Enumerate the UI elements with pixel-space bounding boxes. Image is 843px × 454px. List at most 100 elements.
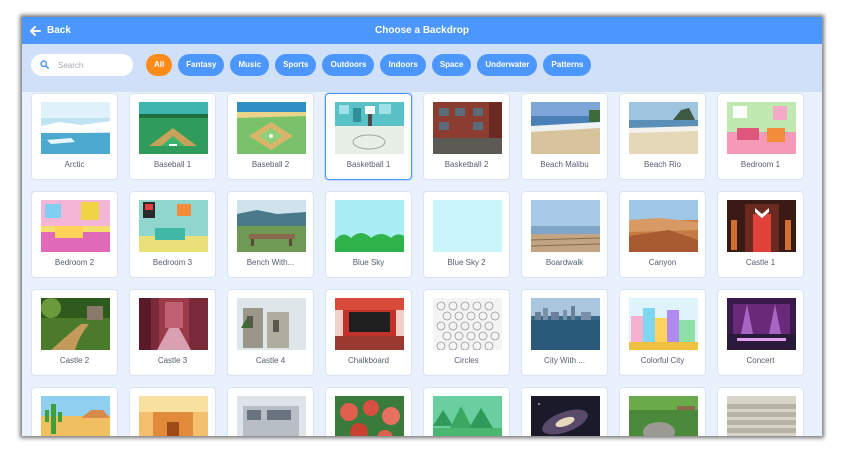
backdrop-card[interactable]: Basketball 2 (423, 93, 510, 180)
backdrop-card[interactable]: Castle 1 (717, 191, 804, 278)
backdrop-card[interactable]: Castle 2 (31, 289, 118, 376)
backdrop-card[interactable]: Bedroom 2 (31, 191, 118, 278)
backdrop-card[interactable] (423, 387, 510, 436)
desert-house-thumbnail (139, 396, 208, 436)
backdrop-card[interactable]: Bedroom 3 (129, 191, 216, 278)
backdrop-card[interactable] (619, 387, 706, 436)
pink-bedroom-thumbnail (727, 102, 796, 154)
forest-thumbnail (433, 396, 502, 436)
backdrop-card[interactable]: Beach Malibu (521, 93, 608, 180)
castle-hall-thumbnail (139, 298, 208, 350)
filter-bar: AllFantasyMusicSportsOutdoorsIndoorsSpac… (22, 44, 822, 92)
tag-music[interactable]: Music (230, 54, 270, 76)
backdrop-card[interactable]: Chalkboard (325, 289, 412, 376)
backdrop-card[interactable]: Basketball 1 (325, 93, 412, 180)
backdrop-card[interactable]: Circles (423, 289, 510, 376)
boardwalk-thumbnail (531, 200, 600, 252)
colorful-city-thumbnail (629, 298, 698, 350)
backdrop-card[interactable]: Arctic (31, 93, 118, 180)
backdrop-card[interactable]: Bedroom 1 (717, 93, 804, 180)
sky-hills-thumbnail (335, 200, 404, 252)
backdrop-name: Bedroom 1 (740, 160, 781, 169)
chalkboard-thumbnail (335, 298, 404, 350)
backdrop-library-window: Back Choose a Backdrop AllFantasyMusicSp… (22, 17, 822, 436)
ruins-thumbnail (237, 298, 306, 350)
tag-indoors[interactable]: Indoors (380, 54, 426, 76)
backdrop-card[interactable]: Concert (717, 289, 804, 376)
arctic-ice-thumbnail (41, 102, 110, 154)
tag-fantasy[interactable]: Fantasy (178, 54, 225, 76)
backdrop-name: Chalkboard (348, 356, 389, 365)
backdrop-card[interactable]: Beach Rio (619, 93, 706, 180)
search-box[interactable] (31, 54, 133, 76)
tag-patterns[interactable]: Patterns (543, 54, 592, 76)
backdrop-card[interactable] (129, 387, 216, 436)
baseball-field-thumbnail (139, 102, 208, 154)
backdrop-name: Blue Sky (352, 258, 385, 267)
category-tags: All Fantasy Music Sports Outdoors Indoors Spac… (146, 54, 592, 76)
plain-sky-thumbnail (433, 200, 502, 252)
backdrop-name: Beach Malibu (540, 160, 589, 169)
dialog-title: Choose a Backdrop (375, 25, 469, 36)
backdrop-card[interactable] (717, 387, 804, 436)
galaxy-thumbnail (531, 396, 600, 436)
tag-sports[interactable]: Sports (275, 54, 317, 76)
canyon-thumbnail (629, 200, 698, 252)
tag-all[interactable]: All (146, 54, 173, 76)
backdrop-name: Blue Sky 2 (447, 258, 486, 267)
backdrop-card[interactable]: Blue Sky (325, 191, 412, 278)
circle-pattern-thumbnail (433, 298, 502, 350)
backdrop-card[interactable]: Bench With... (227, 191, 314, 278)
backdrop-name: Castle 3 (157, 356, 188, 365)
tag-underwater[interactable]: Underwater (477, 54, 538, 76)
backdrop-card[interactable]: Castle 4 (227, 289, 314, 376)
backdrop-card[interactable]: Colorful City (619, 289, 706, 376)
backdrop-card[interactable] (325, 387, 412, 436)
backdrop-card[interactable] (227, 387, 314, 436)
backdrop-name: Basketball 2 (444, 160, 489, 169)
backdrop-name: Beach Rio (644, 160, 681, 169)
stairs-thumbnail (727, 396, 796, 436)
concert-stage-thumbnail (727, 298, 796, 350)
backdrop-card[interactable]: Baseball 1 (129, 93, 216, 180)
backdrop-name: Baseball 1 (153, 160, 192, 169)
castle-door-thumbnail (727, 200, 796, 252)
back-button[interactable]: Back (30, 17, 71, 44)
backdrop-name: Bedroom 3 (152, 258, 193, 267)
backdrop-name: Circles (454, 356, 479, 365)
backdrop-name: Bench With... (246, 258, 295, 267)
desert-cactus-thumbnail (41, 396, 110, 436)
backdrop-name: Canyon (648, 258, 677, 267)
backdrop-name: Castle 2 (59, 356, 90, 365)
backdrop-name: Bedroom 2 (54, 258, 95, 267)
yellow-bedroom-thumbnail (41, 200, 110, 252)
backdrop-grid: Arctic Baseball 1 Baseball 2 Basketball 1 Ba… (31, 93, 813, 436)
backdrop-name: Arctic (64, 160, 85, 169)
backdrop-name: Castle 1 (745, 258, 776, 267)
modern-building-thumbnail (237, 396, 306, 436)
backdrop-card[interactable]: Blue Sky 2 (423, 191, 510, 278)
backdrop-name: Baseball 2 (251, 160, 290, 169)
backdrop-name: Boardwalk (545, 258, 584, 267)
search-input[interactable] (58, 60, 120, 70)
beach-shore-thumbnail (531, 102, 600, 154)
city-water-thumbnail (531, 298, 600, 350)
backdrop-card[interactable]: City With ... (521, 289, 608, 376)
backdrop-card[interactable]: Baseball 2 (227, 93, 314, 180)
backdrop-card[interactable] (31, 387, 118, 436)
brick-court-thumbnail (433, 102, 502, 154)
park-bench-thumbnail (237, 200, 306, 252)
backdrop-name: Concert (746, 356, 775, 365)
backdrop-name: City With ... (544, 356, 585, 365)
tag-space[interactable]: Space (431, 54, 472, 76)
backdrop-card[interactable]: Castle 3 (129, 289, 216, 376)
backdrop-card[interactable] (521, 387, 608, 436)
beach-mountain-thumbnail (629, 102, 698, 154)
garden-rock-thumbnail (629, 396, 698, 436)
backdrop-card[interactable]: Canyon (619, 191, 706, 278)
tag-outdoors[interactable]: Outdoors (322, 54, 375, 76)
backdrop-name: Basketball 1 (346, 160, 391, 169)
backdrop-card[interactable]: Boardwalk (521, 191, 608, 278)
flowers-thumbnail (335, 396, 404, 436)
search-icon (40, 56, 49, 74)
